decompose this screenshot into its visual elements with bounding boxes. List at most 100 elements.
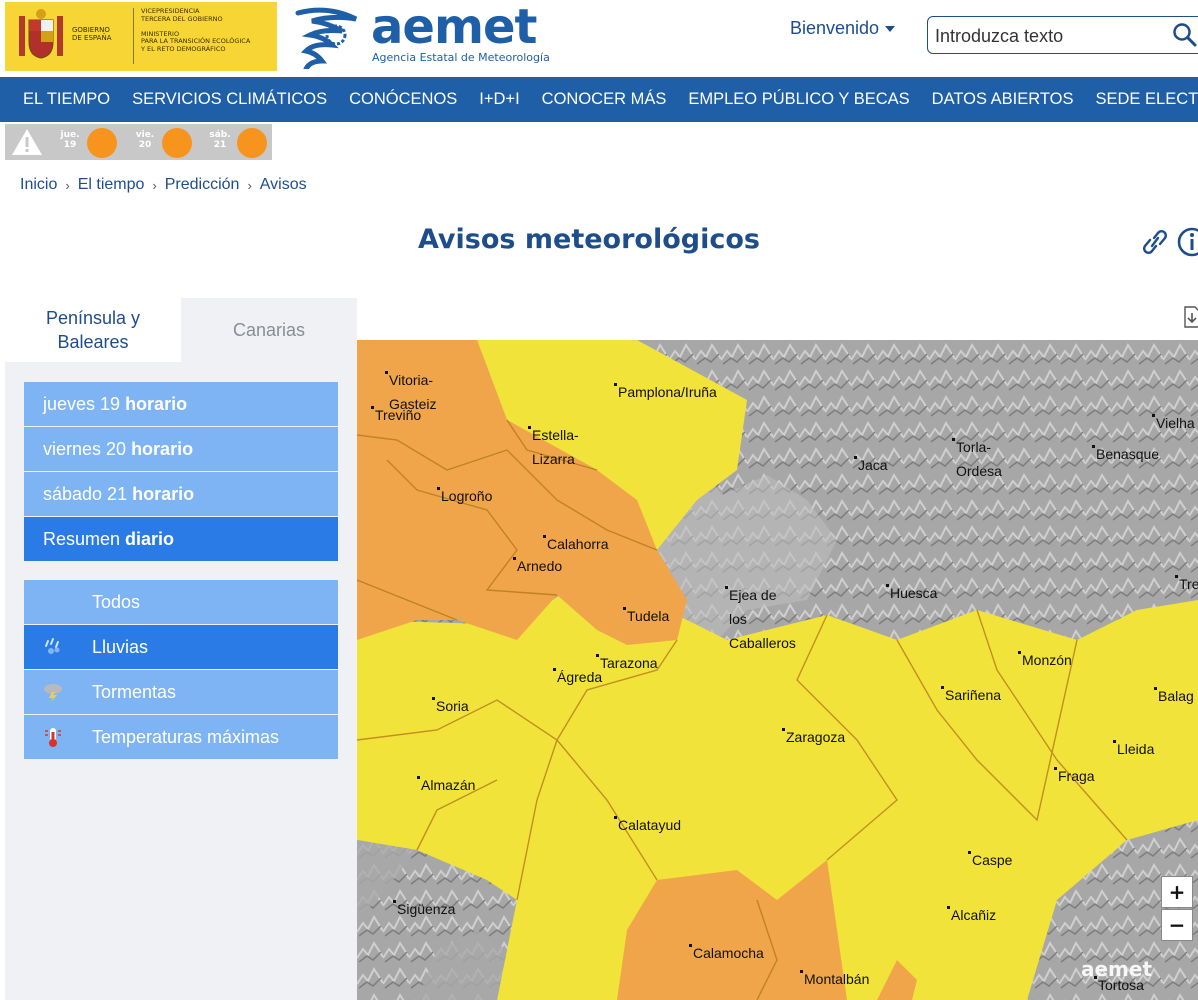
chevron-right-icon: › xyxy=(152,177,157,193)
city-label: Alcañiz xyxy=(946,903,996,927)
nav-empleo-publico[interactable]: EMPLEO PÚBLICO Y BECAS xyxy=(677,90,920,109)
city-label: Sariñena xyxy=(940,683,1001,707)
city-label: Benasque xyxy=(1091,442,1159,466)
search-box[interactable] xyxy=(927,16,1198,54)
gov-name: GOBIERNO DE ESPAÑA xyxy=(72,26,112,42)
tab-peninsula-baleares[interactable]: Península y Baleares xyxy=(5,298,181,362)
nav-conocenos[interactable]: CONÓCENOS xyxy=(338,90,468,109)
day-mode: horario xyxy=(131,438,194,459)
day-mode: horario xyxy=(132,483,195,504)
day-item-sabado[interactable]: sábado 21 horario xyxy=(24,472,338,516)
day-label: sábado 21 xyxy=(43,483,128,504)
city-label: Fraga xyxy=(1054,764,1095,788)
city-label: Soria xyxy=(432,694,469,718)
map-watermark: aemet xyxy=(1081,957,1153,981)
filter-todos[interactable]: Todos xyxy=(24,580,338,624)
nav-datos-abiertos[interactable]: DATOS ABIERTOS xyxy=(921,90,1085,109)
day-item-viernes[interactable]: viernes 20 horario xyxy=(24,427,338,471)
filter-lluvias[interactable]: Lluvias xyxy=(24,625,338,669)
day-item-resumen[interactable]: Resumen diario xyxy=(24,517,338,561)
orange-level-icon xyxy=(87,128,117,158)
city-label: Vielha xyxy=(1152,411,1195,435)
breadcrumb: Inicio › El tiempo › Predicción › Avisos xyxy=(20,176,307,194)
thermometer-icon xyxy=(45,728,61,747)
nav-servicios-climaticos[interactable]: SERVICIOS CLIMÁTICOS xyxy=(121,90,338,109)
day-mode: horario xyxy=(125,393,188,414)
city-label: Tarazona xyxy=(596,651,658,675)
city-label: Calamocha xyxy=(689,941,764,965)
link-icon[interactable] xyxy=(1140,228,1170,256)
caret-down-icon xyxy=(885,26,896,33)
nav-conocer-mas[interactable]: CONOCER MÁS xyxy=(531,90,678,109)
page-title: Avisos meteorológicos xyxy=(418,224,760,255)
filter-label: Lluvias xyxy=(92,636,149,657)
city-label: Almazán xyxy=(416,773,475,797)
city-label: Tudela xyxy=(622,604,669,628)
welcome-label: Bienvenido xyxy=(790,18,880,38)
coat-of-arms-icon xyxy=(19,9,63,59)
city-label: Calahorra xyxy=(542,532,608,556)
filter-label: Tormentas xyxy=(92,681,177,702)
brand-subtitle: Agencia Estatal de Meteorología xyxy=(372,51,550,64)
nav-el-tiempo[interactable]: EL TIEMPO xyxy=(12,90,121,109)
city-label: Pamplona/Iruña xyxy=(614,380,717,404)
warning-day-label: sáb. 21 xyxy=(209,130,231,150)
day-item-jueves[interactable]: jueves 19 horario xyxy=(24,382,338,426)
filter-label: Todos xyxy=(92,591,141,612)
nav-idi[interactable]: I+D+I xyxy=(468,90,530,109)
warning-day-label: jue. 19 xyxy=(60,130,80,150)
aemet-emblem-icon xyxy=(295,7,358,69)
search-input[interactable] xyxy=(935,24,1165,48)
divider xyxy=(133,8,134,64)
warnings-map[interactable]: Vitoria- Gasteiz Treviño Pamplona/Iruña … xyxy=(357,340,1198,1000)
government-logo[interactable]: GOBIERNO DE ESPAÑA VICEPRESIDENCIA TERCE… xyxy=(5,2,277,71)
download-icon[interactable] xyxy=(1182,305,1198,329)
city-label: Arnedo xyxy=(512,554,562,578)
city-label: Montalbán xyxy=(799,967,869,991)
breadcrumb-inicio[interactable]: Inicio xyxy=(20,176,57,194)
city-label: Lleida xyxy=(1112,737,1154,761)
city-label: Zaragoza xyxy=(781,725,845,749)
breadcrumb-el-tiempo[interactable]: El tiempo xyxy=(78,176,145,194)
city-label: Sigüenza xyxy=(392,897,455,921)
city-label: Jaca xyxy=(854,453,888,477)
city-label: Ejea de los Caballeros xyxy=(725,583,796,655)
breadcrumb-current: Avisos xyxy=(259,176,307,193)
chevron-right-icon: › xyxy=(247,177,252,193)
filter-tormentas[interactable]: Tormentas xyxy=(24,670,338,714)
day-mode: diario xyxy=(125,528,175,549)
aemet-logo[interactable]: aemet Agencia Estatal de Meteorología xyxy=(294,0,554,69)
city-label: Balag xyxy=(1154,684,1194,708)
warning-day-label: vie. 20 xyxy=(135,130,155,150)
info-icon[interactable] xyxy=(1176,226,1198,258)
chevron-right-icon: › xyxy=(65,177,70,193)
city-label: Estella- Lizarra xyxy=(528,423,579,471)
warning-triangle-icon xyxy=(12,129,42,155)
filter-temperaturas-maximas[interactable]: Temperaturas máximas xyxy=(24,715,338,759)
city-label: Caspe xyxy=(967,848,1012,872)
tab-canarias[interactable]: Canarias xyxy=(181,298,357,362)
zoom-in-button[interactable]: + xyxy=(1161,876,1193,908)
city-label: Treviño xyxy=(370,403,421,427)
orange-level-icon xyxy=(237,128,267,158)
day-label: Resumen xyxy=(43,528,121,549)
orange-level-icon xyxy=(162,128,192,158)
city-label: Tre xyxy=(1174,572,1198,596)
breadcrumb-prediccion[interactable]: Predicción xyxy=(165,176,240,194)
day-label: jueves 19 xyxy=(43,393,121,414)
phenomenon-filter-list: Todos Lluvias Tormentas Temperaturas máx… xyxy=(24,580,338,760)
warnings-panel: Península y Baleares Canarias jueves 19 h… xyxy=(5,298,357,1000)
ministry-name: VICEPRESIDENCIA TERCERA DEL GOBIERNO MIN… xyxy=(141,7,251,53)
welcome-menu[interactable]: Bienvenido xyxy=(790,18,896,39)
nav-sede-electronica[interactable]: SEDE ELECTRÓNICA xyxy=(1085,90,1198,109)
search-icon[interactable] xyxy=(1172,22,1198,48)
city-label: Logroño xyxy=(436,484,492,508)
warning-days-strip[interactable]: jue. 19 vie. 20 sáb. 21 xyxy=(5,124,272,160)
storm-icon xyxy=(44,684,62,702)
city-label: Huesca xyxy=(885,581,937,605)
filter-label: Temperaturas máximas xyxy=(92,726,280,747)
city-label: Torla- Ordesa xyxy=(952,435,1002,483)
zoom-out-button[interactable]: − xyxy=(1161,909,1193,941)
brand-name: aemet xyxy=(371,0,537,55)
day-list: jueves 19 horario viernes 20 horario sábad… xyxy=(24,382,338,562)
